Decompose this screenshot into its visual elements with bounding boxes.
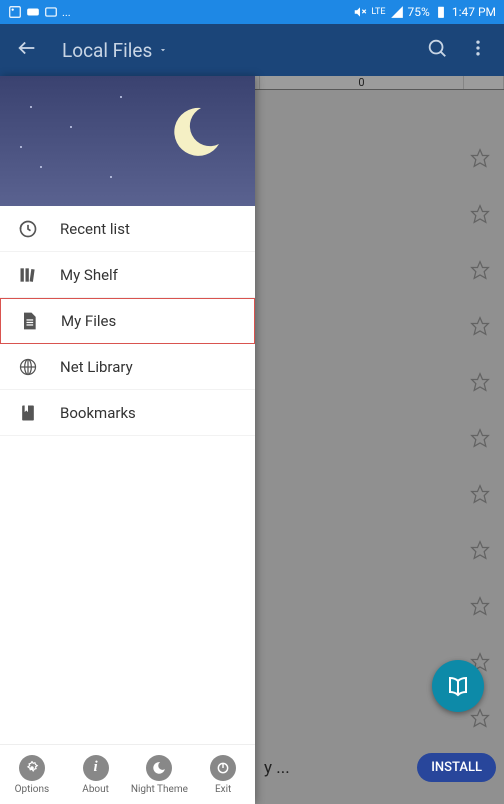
info-icon: i: [83, 755, 109, 781]
drawer-item-my-shelf[interactable]: My Shelf: [0, 252, 255, 298]
image-icon: [8, 5, 22, 19]
drawer-list: Recent list My Shelf My Files Net Librar…: [0, 206, 255, 744]
bottom-btn-label: Exit: [215, 784, 231, 795]
drawer-item-my-files[interactable]: My Files: [0, 298, 255, 344]
power-icon: [210, 755, 236, 781]
chevron-down-icon: [158, 45, 168, 55]
moon-icon: [146, 755, 172, 781]
exit-button[interactable]: Exit: [191, 755, 255, 795]
drawer-item-bookmarks[interactable]: Bookmarks: [0, 390, 255, 436]
file-icon: [19, 311, 39, 331]
drawer-item-label: Bookmarks: [60, 404, 136, 422]
network-label: LTE: [371, 7, 385, 17]
drawer-item-label: My Files: [61, 312, 116, 330]
drawer-item-recent-list[interactable]: Recent list: [0, 206, 255, 252]
battery-label: 75%: [408, 5, 430, 19]
open-book-icon: [446, 674, 470, 698]
title-dropdown[interactable]: Local Files: [62, 39, 426, 62]
bottom-content-area: y ... INSTALL: [260, 753, 496, 782]
battery-icon: [434, 5, 448, 19]
drawer-bottom-actions: Options i About Night Theme Exit: [0, 744, 255, 804]
signal-icon: [390, 5, 404, 19]
search-button[interactable]: [426, 37, 448, 63]
arrow-left-icon: [16, 37, 38, 59]
drawer-header: [0, 76, 255, 206]
drawer-item-label: My Shelf: [60, 266, 118, 284]
status-left-icons: ...: [8, 5, 71, 19]
moon-icon: [165, 102, 225, 162]
drawer-item-label: Net Library: [60, 358, 133, 376]
overflow-menu-button[interactable]: [468, 38, 488, 62]
bottom-btn-label: About: [82, 784, 109, 795]
reader-fab[interactable]: [432, 660, 484, 712]
options-button[interactable]: Options: [0, 755, 64, 795]
install-button[interactable]: INSTALL: [417, 753, 496, 782]
install-button-label: INSTALL: [431, 760, 482, 775]
app-bar: Local Files: [0, 24, 504, 76]
history-icon: [18, 219, 38, 239]
navigation-drawer: Recent list My Shelf My Files Net Librar…: [0, 76, 255, 804]
back-button[interactable]: [16, 37, 38, 63]
message-icon: [44, 5, 58, 19]
about-button[interactable]: i About: [64, 755, 128, 795]
search-icon: [426, 37, 448, 59]
status-more: ...: [62, 6, 71, 19]
bookmark-icon: [18, 403, 38, 423]
gear-icon: [19, 755, 45, 781]
night-theme-button[interactable]: Night Theme: [128, 755, 192, 795]
bottom-btn-label: Options: [15, 784, 50, 795]
status-right: LTE 75% 1:47 PM: [353, 5, 496, 19]
bottom-btn-label: Night Theme: [131, 784, 188, 795]
mute-icon: [353, 5, 367, 19]
truncated-text: y ...: [260, 758, 290, 778]
globe-icon: [18, 357, 38, 377]
drawer-item-net-library[interactable]: Net Library: [0, 344, 255, 390]
time-label: 1:47 PM: [452, 5, 496, 19]
drawer-item-label: Recent list: [60, 220, 130, 238]
page-title: Local Files: [62, 39, 152, 62]
youtube-icon: [26, 5, 40, 19]
more-vert-icon: [468, 38, 488, 58]
status-bar: ... LTE 75% 1:47 PM: [0, 0, 504, 24]
books-icon: [18, 265, 38, 285]
